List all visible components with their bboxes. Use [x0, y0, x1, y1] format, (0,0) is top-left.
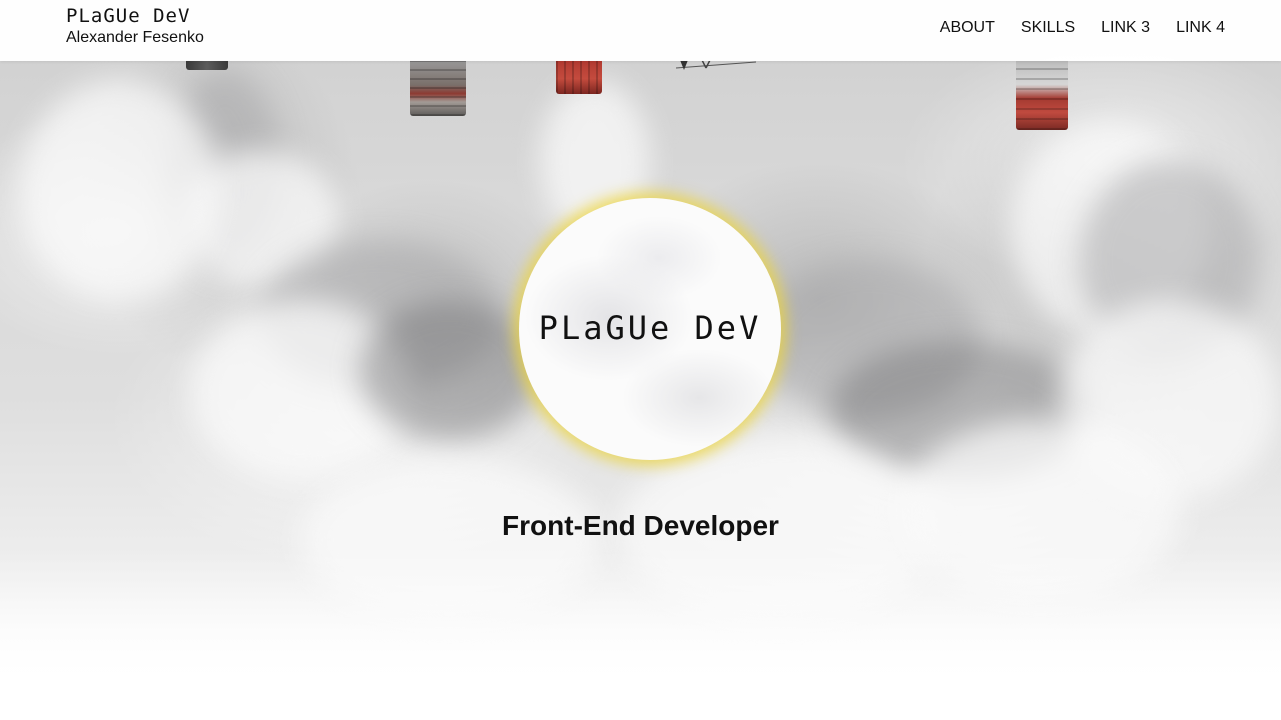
nav-link-skills[interactable]: SKILLS — [1021, 18, 1075, 38]
chimney-4 — [1016, 60, 1068, 130]
page: PLaGUe DeV Alexander Fesenko ABOUT SKILL… — [0, 0, 1281, 720]
nav-link-about[interactable]: ABOUT — [940, 18, 995, 38]
site-header: PLaGUe DeV Alexander Fesenko ABOUT SKILL… — [0, 0, 1281, 61]
chimney-1 — [186, 60, 228, 70]
site-logo[interactable]: PLaGUe DeV — [66, 6, 204, 26]
role-title: Front-End Developer — [502, 510, 779, 541]
main-nav: ABOUT SKILLS LINK 3 LINK 4 — [940, 18, 1225, 38]
nav-link-3[interactable]: LINK 3 — [1101, 18, 1150, 38]
logo-circle: PLaGUe DeV — [519, 198, 781, 460]
brand[interactable]: PLaGUe DeV Alexander Fesenko — [66, 6, 204, 48]
chimney-2 — [410, 60, 466, 116]
bottom-fade — [0, 550, 1281, 720]
crane-icon — [676, 60, 756, 70]
hero-logo-text: PLaGUe DeV — [538, 309, 762, 347]
owner-name: Alexander Fesenko — [66, 29, 204, 46]
nav-link-4[interactable]: LINK 4 — [1176, 18, 1225, 38]
chimney-3 — [556, 60, 602, 94]
